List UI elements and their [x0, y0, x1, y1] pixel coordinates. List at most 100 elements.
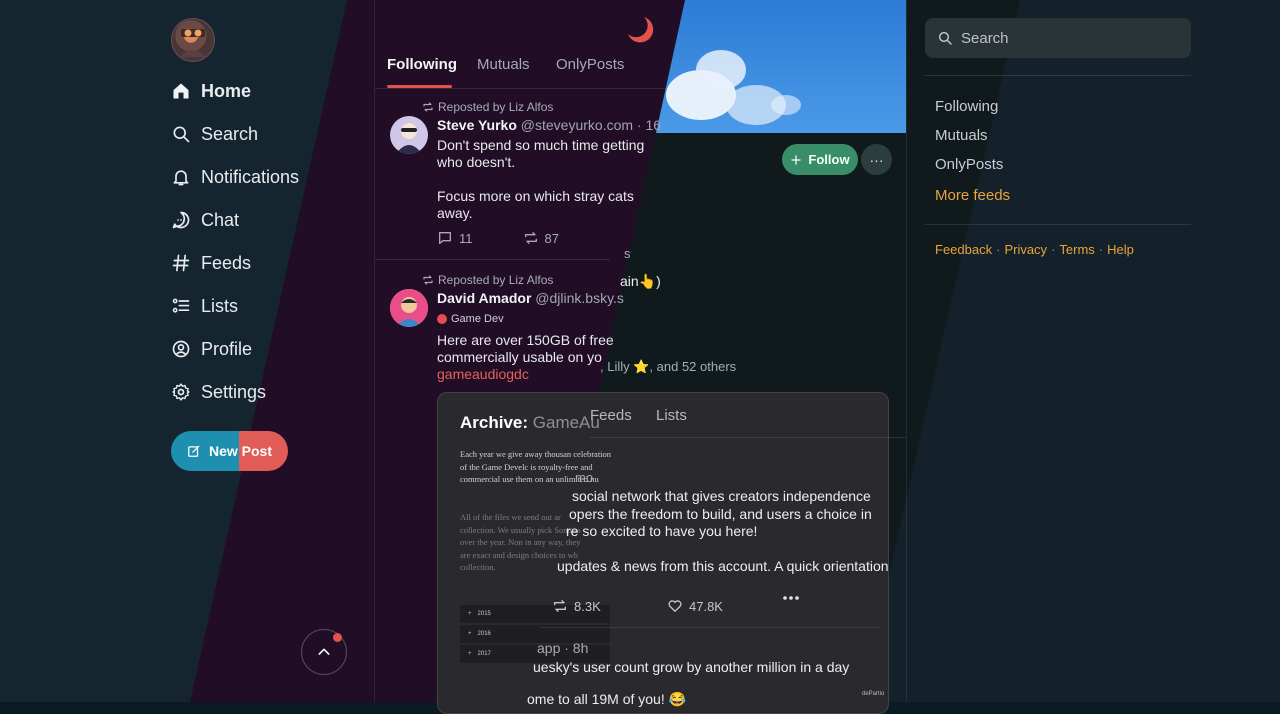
profile-fragment: s: [624, 246, 631, 261]
game-dev-badge-icon: [437, 314, 447, 324]
reply-button[interactable]: 11: [437, 230, 473, 246]
list-icon: [172, 298, 190, 313]
bio-line: social network that gives creators indep…: [572, 488, 871, 504]
repost-indicator: Reposted by Liz Alfos: [422, 273, 553, 287]
tab-following[interactable]: Following: [387, 56, 457, 73]
nav-notifications[interactable]: Notifications: [171, 164, 299, 190]
nav-chat-label: Chat: [201, 209, 240, 230]
search-input[interactable]: Search: [925, 18, 1191, 58]
nav-feeds[interactable]: Feeds: [171, 250, 251, 276]
repost-icon: [423, 102, 433, 112]
profile-tab-feeds[interactable]: Feeds: [590, 407, 632, 424]
more-options-button[interactable]: [782, 595, 800, 601]
nav-lists[interactable]: Lists: [171, 293, 238, 319]
nav-settings-label: Settings: [201, 381, 267, 402]
bio-line: updates & news from this account. A quic…: [557, 558, 889, 574]
repost-button[interactable]: 87: [523, 230, 559, 246]
ellipsis-icon: [783, 596, 799, 600]
search-icon: [173, 126, 190, 143]
feed-left-border: [374, 0, 375, 702]
post-author-handle[interactable]: @djlink.bsky.s: [535, 290, 624, 306]
sidebar-feed-following[interactable]: Following: [935, 98, 998, 115]
repost-icon: [554, 600, 566, 612]
post-author-name[interactable]: Steve Yurko: [437, 117, 517, 133]
divider: [925, 75, 1191, 76]
ellipsis-icon: ···: [869, 151, 884, 168]
help-link[interactable]: Help: [1107, 242, 1134, 257]
repost-button[interactable]: 8.3K: [552, 598, 601, 614]
nav-search[interactable]: Search: [171, 121, 258, 147]
feed-right-border: [906, 0, 907, 702]
nav-lists-label: Lists: [201, 295, 239, 316]
new-post-button[interactable]: New Post: [171, 431, 288, 471]
divider: [925, 224, 1191, 225]
more-options-button[interactable]: ···: [861, 144, 892, 175]
user-circle-icon: [172, 340, 190, 358]
bio-line: re so excited to have you here!: [566, 523, 758, 539]
notification-dot: [333, 633, 342, 642]
search-icon: [938, 31, 952, 45]
badge-label: Game Dev: [451, 313, 504, 325]
nav-chat[interactable]: Chat: [171, 207, 239, 233]
like-button[interactable]: 47.8K: [667, 598, 723, 614]
post-item[interactable]: Reposted by Liz Alfos David Amador @djli…: [390, 273, 680, 393]
profile-fragment: mo: [575, 470, 594, 485]
post-link[interactable]: gameaudiogdc: [437, 366, 529, 382]
sidebar-feed-onlyposts[interactable]: OnlyPosts: [935, 156, 1003, 173]
home-icon: [173, 83, 189, 99]
divider: [375, 88, 685, 89]
user-avatar[interactable]: [171, 18, 215, 62]
post-author-handle[interactable]: @steveyurko.com · 16: [521, 117, 661, 133]
compose-icon: [188, 445, 200, 457]
reply-count: 11: [459, 230, 473, 246]
post-text: Don't spend so much time getting who doe…: [437, 137, 645, 221]
repost-count: 8.3K: [574, 598, 601, 614]
heart-icon: [668, 600, 682, 612]
cloud-shape: [771, 95, 801, 115]
privacy-link[interactable]: Privacy: [1004, 242, 1047, 257]
nav-home-label: Home: [201, 80, 252, 101]
post-header: Steve Yurko @steveyurko.com · 16: [437, 117, 661, 133]
feed-tabs: Following Mutuals OnlyPosts: [375, 52, 685, 88]
plus-icon: [791, 154, 802, 165]
sidebar-feed-mutuals[interactable]: Mutuals: [935, 127, 988, 144]
nav-profile[interactable]: Profile: [171, 336, 252, 362]
terms-link[interactable]: Terms: [1059, 242, 1094, 257]
tab-onlyposts[interactable]: OnlyPosts: [556, 56, 624, 73]
followers-known-line[interactable]: , Lilly ⭐, and 52 others: [600, 359, 736, 375]
profile-tab-lists[interactable]: Lists: [656, 407, 687, 424]
moon-logo-icon: [628, 17, 654, 43]
reply-icon: [439, 232, 451, 244]
repost-count: 87: [544, 230, 559, 246]
post-text: ome to all 19M of you! 😂: [527, 691, 687, 707]
nav-search-label: Search: [201, 123, 259, 144]
chat-icon: [172, 211, 190, 229]
nav-feeds-label: Feeds: [201, 252, 252, 273]
label-badge[interactable]: Game Dev: [437, 313, 504, 325]
follow-label: Follow: [808, 152, 850, 167]
nav-home[interactable]: Home: [171, 78, 251, 104]
follow-button[interactable]: Follow: [782, 144, 858, 175]
card-corner-text: dePartio: [862, 691, 885, 697]
avatar[interactable]: [390, 289, 428, 327]
profile-fragment: ain👆): [620, 273, 661, 289]
hash-icon: [172, 254, 190, 272]
feedback-link[interactable]: Feedback: [935, 242, 992, 257]
post-header: David Amador @djlink.bsky.s: [437, 290, 624, 306]
new-post-label: New Post: [208, 443, 272, 459]
more-feeds-link[interactable]: More feeds: [935, 187, 1010, 204]
repost-icon: [524, 232, 537, 244]
cloud-shape: [696, 50, 746, 90]
card-paragraph: Each year we give away thousan celebrati…: [460, 449, 612, 484]
avatar[interactable]: [390, 116, 428, 154]
card-title: Archive: GameAu: [460, 413, 600, 432]
post-actions: 11 87: [437, 230, 559, 246]
profile-banner: [656, 0, 906, 133]
post-author-name[interactable]: David Amador: [437, 290, 531, 306]
post-item[interactable]: Reposted by Liz Alfos Steve Yurko @steve…: [390, 100, 680, 250]
bell-icon: [173, 170, 189, 186]
repost-icon: [423, 275, 433, 285]
tab-mutuals[interactable]: Mutuals: [477, 56, 530, 73]
nav-settings[interactable]: Settings: [171, 379, 266, 405]
divider: [540, 627, 880, 628]
